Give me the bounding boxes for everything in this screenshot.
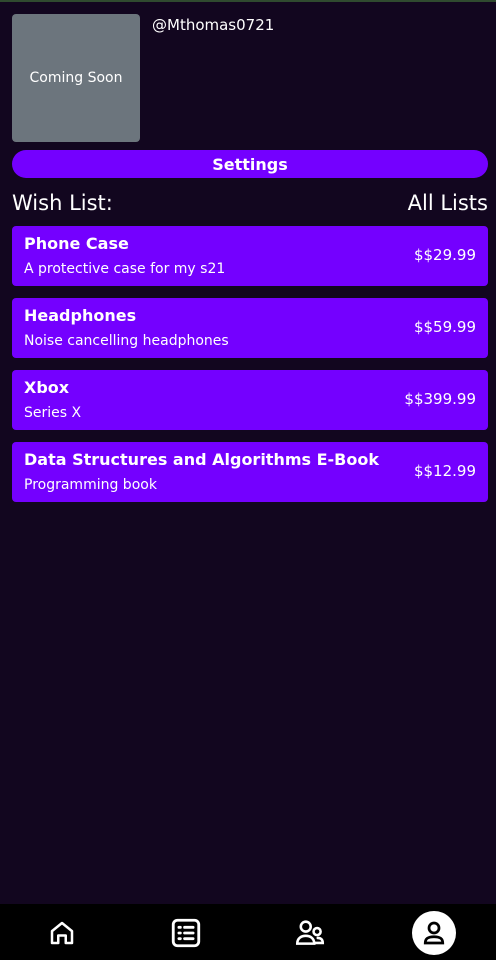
wishlist-item[interactable]: Xbox Series X $$399.99 bbox=[12, 370, 488, 430]
item-name: Phone Case bbox=[24, 234, 129, 253]
item-price: $$59.99 bbox=[413, 318, 476, 336]
wishlist-item[interactable]: Phone Case A protective case for my s21 … bbox=[12, 226, 488, 286]
item-price: $$12.99 bbox=[413, 462, 476, 480]
settings-button[interactable]: Settings bbox=[12, 150, 488, 178]
wishlist-item[interactable]: Headphones Noise cancelling headphones $… bbox=[12, 298, 488, 358]
all-lists-link[interactable]: All Lists bbox=[408, 191, 488, 215]
nav-profile[interactable] bbox=[404, 908, 464, 958]
username: @Mthomas0721 bbox=[152, 16, 275, 34]
item-description: Series X bbox=[24, 405, 82, 421]
nav-friends[interactable] bbox=[280, 908, 340, 958]
avatar-placeholder-text: Coming Soon bbox=[29, 70, 123, 86]
list-icon bbox=[171, 918, 201, 948]
nav-list[interactable] bbox=[156, 908, 216, 958]
item-name: Headphones bbox=[24, 306, 137, 325]
app-screen: Coming Soon @Mthomas0721 Settings Wish L… bbox=[0, 0, 496, 960]
wishlist-header: Wish List: All Lists bbox=[12, 188, 488, 218]
wishlist-item[interactable]: Data Structures and Algorithms E-Book Pr… bbox=[12, 442, 488, 502]
nav-home[interactable] bbox=[32, 908, 92, 958]
item-name: Data Structures and Algorithms E-Book bbox=[24, 450, 379, 469]
bottom-navbar bbox=[0, 904, 496, 960]
item-description: A protective case for my s21 bbox=[24, 261, 226, 277]
item-name: Xbox bbox=[24, 378, 70, 397]
friends-icon bbox=[295, 920, 325, 945]
home-icon bbox=[50, 921, 74, 945]
item-price: $$399.99 bbox=[404, 390, 476, 408]
wishlist-items: Phone Case A protective case for my s21 … bbox=[12, 226, 488, 514]
profile-header: Coming Soon @Mthomas0721 bbox=[12, 14, 484, 144]
active-nav-indicator bbox=[412, 911, 456, 955]
item-price: $$29.99 bbox=[413, 246, 476, 264]
avatar: Coming Soon bbox=[12, 14, 140, 142]
wishlist-title: Wish List: bbox=[12, 191, 113, 215]
profile-icon bbox=[423, 921, 445, 945]
item-description: Programming book bbox=[24, 477, 157, 493]
item-description: Noise cancelling headphones bbox=[24, 333, 229, 349]
